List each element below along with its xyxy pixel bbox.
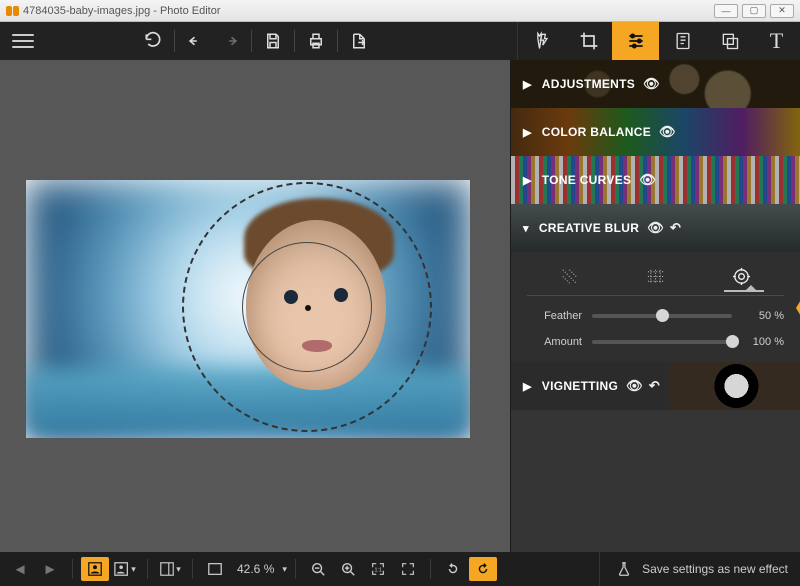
save-button[interactable] (256, 22, 290, 60)
tab-overlay[interactable] (706, 22, 753, 60)
top-tabs: T (517, 22, 800, 60)
window-minimize-button[interactable]: — (714, 4, 738, 18)
canvas-area[interactable] (0, 60, 510, 552)
blur-mode-radial[interactable] (731, 266, 752, 287)
save-effect-button[interactable]: Save settings as new effect (642, 562, 788, 576)
tab-adjust[interactable] (612, 22, 659, 60)
undo-history-button[interactable] (136, 22, 170, 60)
zoom-100-button[interactable]: 1:1 (364, 557, 392, 581)
rotate-right-button[interactable] (469, 557, 497, 581)
reset-icon[interactable]: ↶ (649, 378, 660, 394)
chevron-right-icon: ▶ (523, 380, 532, 393)
panel-vignetting[interactable]: ▶ VIGNETTING 👁 ↶ (511, 362, 800, 410)
amount-slider-row: Amount 100 % (527, 336, 784, 348)
panel-creative-blur-label: CREATIVE BLUR (539, 221, 639, 235)
blur-selection-center[interactable] (305, 305, 311, 311)
status-right: Save settings as new effect (599, 552, 800, 586)
svg-text:1:1: 1:1 (374, 568, 381, 574)
chevron-right-icon: ▶ (523, 78, 532, 91)
amount-value: 100 % (742, 336, 784, 348)
creative-blur-controls: Feather 50 % Amount 100 % (511, 252, 800, 362)
eye-icon[interactable]: 👁 (626, 378, 643, 394)
panel-tone-curves[interactable]: ▶ TONE CURVES 👁 (511, 156, 800, 204)
panel-creative-blur[interactable]: ▾ CREATIVE BLUR 👁 ↶ (511, 204, 800, 252)
export-button[interactable] (342, 22, 376, 60)
feather-value: 50 % (742, 310, 784, 322)
panel-adjustments-label: ADJUSTMENTS (542, 77, 635, 91)
eye-icon[interactable]: 👁 (639, 172, 656, 188)
status-left: ◄ ► ▾ ▾ 42.6 % ▾ 1:1 (0, 552, 497, 586)
zoom-out-button[interactable] (304, 557, 332, 581)
panel-color-balance[interactable]: ▶ COLOR BALANCE 👁 (511, 108, 800, 156)
feather-slider-row: Feather 50 % (527, 310, 784, 322)
menu-button[interactable] (0, 22, 46, 60)
eye-icon[interactable]: 👁 (659, 124, 676, 140)
view-single-button[interactable] (81, 557, 109, 581)
blur-mode-grid[interactable] (645, 266, 666, 287)
main-toolbar: T (0, 22, 800, 60)
zoom-dropdown[interactable]: ▾ (282, 564, 287, 575)
zoom-fit-button[interactable] (394, 557, 422, 581)
panel-vignetting-label: VIGNETTING (542, 379, 618, 393)
tab-crop[interactable] (565, 22, 612, 60)
chevron-down-icon: ▾ (523, 222, 529, 235)
panel-color-balance-label: COLOR BALANCE (542, 125, 651, 139)
tab-effects[interactable] (518, 22, 565, 60)
eye-icon[interactable]: 👁 (647, 220, 664, 236)
adjust-panel: ▶ ADJUSTMENTS 👁 ▶ COLOR BALANCE 👁 ▶ TONE… (510, 60, 800, 552)
zoom-value: 42.6 % (231, 562, 280, 576)
reset-icon[interactable]: ↶ (670, 220, 681, 236)
feather-slider[interactable] (592, 314, 732, 318)
app-logo (6, 6, 19, 16)
amount-label: Amount (527, 336, 582, 348)
flask-icon (616, 561, 632, 577)
window-close-button[interactable]: ✕ (770, 4, 794, 18)
nav-prev-button[interactable]: ◄ (6, 557, 34, 581)
window-title: 4784035-baby-images.jpg - Photo Editor (23, 5, 221, 17)
eye-icon[interactable]: 👁 (643, 76, 660, 92)
nav-next-button[interactable]: ► (36, 557, 64, 581)
panel-adjustments[interactable]: ▶ ADJUSTMENTS 👁 (511, 60, 800, 108)
window-buttons: — ▢ ✕ (714, 4, 794, 18)
panel-tone-curves-label: TONE CURVES (542, 173, 632, 187)
tab-presets[interactable] (659, 22, 706, 60)
chevron-right-icon: ▶ (523, 126, 532, 139)
image-canvas[interactable] (26, 180, 470, 438)
redo-button[interactable] (213, 22, 247, 60)
chevron-right-icon: ▶ (523, 174, 532, 187)
window-titlebar: 4784035-baby-images.jpg - Photo Editor —… (0, 0, 800, 22)
print-button[interactable] (299, 22, 333, 60)
blur-mode-indicator (724, 290, 764, 292)
rotate-left-button[interactable] (439, 557, 467, 581)
amount-slider[interactable] (592, 340, 732, 344)
fit-screen-button[interactable] (201, 557, 229, 581)
undo-button[interactable] (179, 22, 213, 60)
blur-mode-linear[interactable] (559, 266, 580, 287)
view-compare-button[interactable]: ▾ (111, 557, 139, 581)
content-area: ▶ ADJUSTMENTS 👁 ▶ COLOR BALANCE 👁 ▶ TONE… (0, 60, 800, 552)
tab-text[interactable]: T (753, 22, 800, 60)
view-layout-button[interactable]: ▾ (156, 557, 184, 581)
feather-label: Feather (527, 310, 582, 322)
zoom-in-button[interactable] (334, 557, 362, 581)
status-bar: ◄ ► ▾ ▾ 42.6 % ▾ 1:1 (0, 552, 800, 586)
panel-collapse-handle[interactable] (796, 298, 800, 320)
blur-mode-tabs (527, 262, 784, 296)
window-maximize-button[interactable]: ▢ (742, 4, 766, 18)
